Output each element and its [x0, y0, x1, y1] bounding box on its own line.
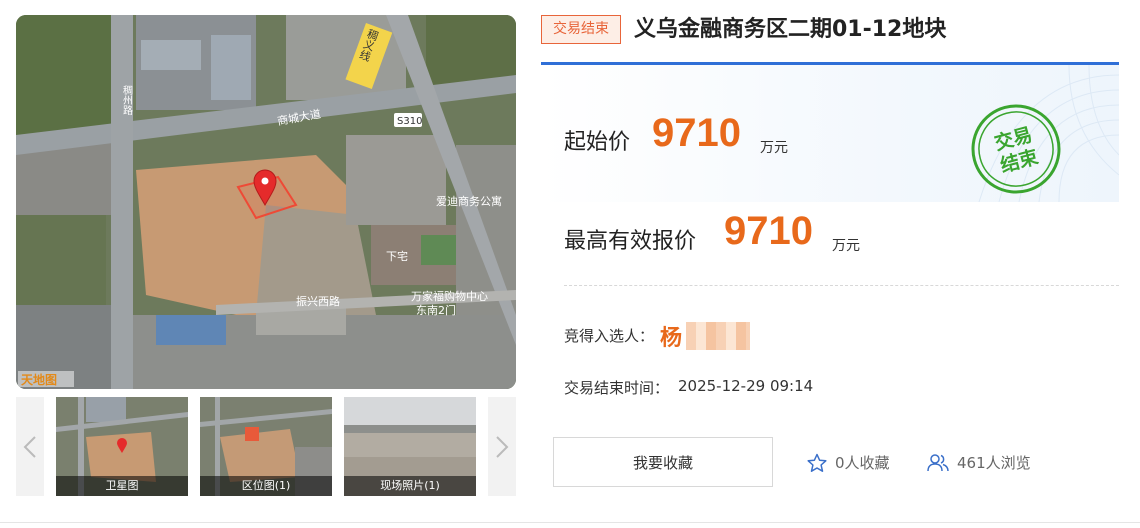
chevron-left-icon — [23, 435, 36, 458]
view-count-text: 461人浏览 — [957, 454, 1031, 472]
highest-bid-value: 9710 — [724, 209, 813, 253]
map-label-s310: S310 — [397, 116, 422, 127]
map-label-aidi: 爱迪商务公寓 — [436, 194, 502, 208]
map-label-mall2: 东南2门 — [416, 303, 456, 317]
map-label-left-road: 稠州路 — [121, 84, 133, 116]
map-label-mall: 万家福购物中心 — [411, 289, 488, 303]
map-watermark: 天地图 — [21, 372, 57, 387]
status-badge: 交易结束 — [541, 15, 621, 44]
thumbnail-caption: 现场照片(1) — [344, 476, 476, 496]
end-time-value: 2025-12-29 09:14 — [678, 377, 814, 395]
star-icon — [807, 453, 827, 472]
thumbnail-caption: 区位图(1) — [200, 476, 332, 496]
deal-closed-stamp-icon: 交易 结束 — [971, 104, 1061, 194]
add-favorite-button[interactable]: 我要收藏 — [553, 437, 773, 487]
start-price-label: 起始价 — [564, 130, 631, 155]
highest-bid-unit: 万元 — [832, 238, 860, 254]
end-time-label: 交易结束时间： — [564, 379, 670, 397]
chevron-right-icon — [496, 435, 509, 458]
thumbnail-satellite[interactable]: 卫星图 — [56, 397, 188, 496]
main-satellite-image[interactable]: 商城大道 S310 稠州路 稠义线 振兴西路 爱迪商务公寓 下宅 万家福购物中心… — [16, 15, 516, 389]
highest-bid-label: 最高有效报价 — [564, 229, 697, 254]
map-label-xiazhai: 下宅 — [386, 249, 408, 263]
favorite-count[interactable]: 0人收藏 — [807, 452, 890, 473]
section-divider — [564, 285, 1119, 286]
thumbnail-location[interactable]: 区位图(1) — [200, 397, 332, 496]
winner-label: 竞得入选人： — [564, 327, 655, 345]
thumbnail-prev-button[interactable] — [16, 397, 44, 496]
page-title: 义乌金融商务区二期01-12地块 — [634, 17, 947, 42]
winner-name: 杨 — [660, 326, 683, 351]
users-icon — [927, 453, 949, 471]
thumbnail-site-photo[interactable]: 现场照片(1) — [344, 397, 476, 496]
winner-name-mask — [686, 322, 750, 350]
thumbnail-next-button[interactable] — [488, 397, 516, 496]
thumbnail-caption: 卫星图 — [56, 476, 188, 496]
start-price-unit: 万元 — [760, 140, 788, 156]
view-count: 461人浏览 — [927, 452, 1031, 473]
favorite-count-text: 0人收藏 — [835, 454, 890, 472]
start-price-value: 9710 — [652, 111, 741, 155]
thumbnail-strip: 卫星图 区位图(1) 现场照片(1) — [16, 397, 516, 496]
page-bottom-border — [0, 522, 1140, 523]
map-label-zhenxing: 振兴西路 — [296, 294, 340, 308]
land-listing-page: 商城大道 S310 稠州路 稠义线 振兴西路 爱迪商务公寓 下宅 万家福购物中心… — [0, 0, 1140, 528]
